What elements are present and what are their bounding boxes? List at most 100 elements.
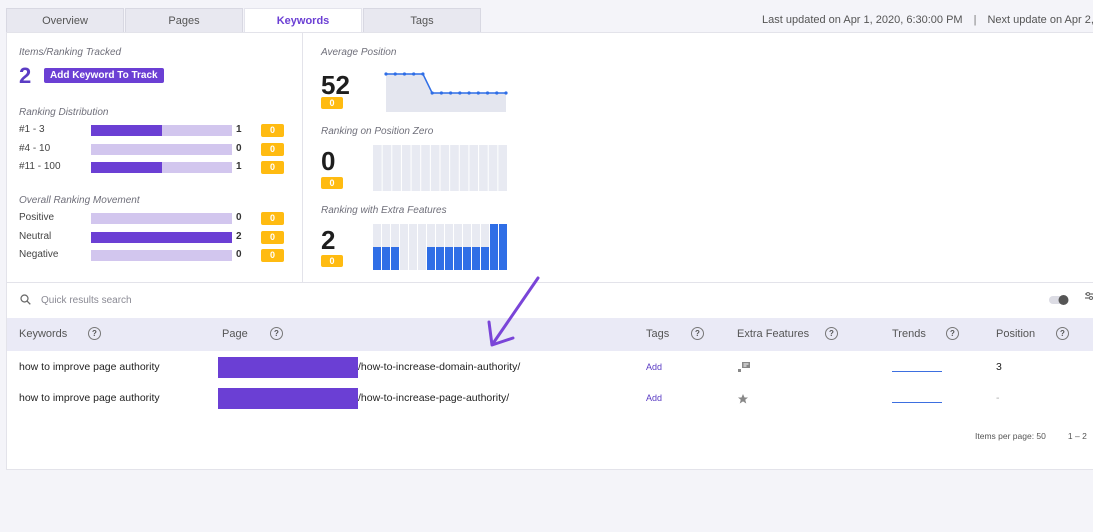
keywords-panel: Items/Ranking Tracked 2 Add Keyword To T… xyxy=(6,32,1093,470)
avg-position-point xyxy=(504,91,508,95)
avg-position-point xyxy=(485,91,490,95)
trends-help-icon[interactable]: ? xyxy=(946,327,959,340)
keywords-help-icon[interactable]: ? xyxy=(88,327,101,340)
avg-position-point xyxy=(467,91,471,95)
extra-features-bar xyxy=(490,224,498,270)
extra-features-bar xyxy=(382,247,390,270)
position-zero-label: Ranking on Position Zero xyxy=(321,126,434,137)
avg-position-point xyxy=(384,72,388,76)
movement-change-badge: 0 xyxy=(261,249,284,262)
distribution-row-label: #11 - 100 xyxy=(19,161,61,172)
tab-overview[interactable]: Overview xyxy=(6,8,124,32)
header-page[interactable]: Page xyxy=(222,328,248,340)
tags-help-icon[interactable]: ? xyxy=(691,327,704,340)
position-zero-bar-slot xyxy=(488,145,498,191)
distribution-change-badge: 0 xyxy=(261,124,284,137)
tab-keywords[interactable]: Keywords xyxy=(244,8,362,32)
items-per-page-select[interactable]: Items per page: 50 xyxy=(975,431,1046,441)
position-cell: - xyxy=(996,392,1000,404)
page-help-icon[interactable]: ? xyxy=(270,327,283,340)
table-row[interactable]: how to improve page authority /how-to-in… xyxy=(7,383,1093,414)
page-domain-redacted xyxy=(218,357,358,378)
position-cell: 3 xyxy=(996,361,1002,373)
position-zero-bar-slot xyxy=(411,145,421,191)
quick-search-input[interactable] xyxy=(41,292,341,308)
add-keyword-button[interactable]: Add Keyword To Track xyxy=(44,68,164,83)
extra-features-bar xyxy=(427,247,435,270)
extra-features-bar-slot xyxy=(409,224,417,270)
movement-row-label: Neutral xyxy=(19,230,52,242)
movement-change-badge: 0 xyxy=(261,230,284,244)
position-zero-bar-slot xyxy=(430,145,440,191)
avg-position-point xyxy=(412,72,416,76)
star-icon xyxy=(738,394,748,404)
page-url-path[interactable]: /how-to-increase-domain-authority/ xyxy=(358,361,520,373)
extra-features-bar xyxy=(481,247,489,270)
position-zero-value: 0 xyxy=(321,146,336,176)
position-zero-bar-slot xyxy=(440,145,450,191)
distribution-bar-fill xyxy=(91,125,162,136)
filter-icon[interactable] xyxy=(1085,292,1093,304)
extra-features-help-icon[interactable]: ? xyxy=(825,327,838,340)
header-position[interactable]: Position xyxy=(996,328,1035,340)
movement-bar xyxy=(91,231,232,243)
page-url-path[interactable]: /how-to-increase-page-authority/ xyxy=(358,392,509,404)
avg-position-point xyxy=(393,72,397,76)
extra-features-bar-slot xyxy=(400,224,408,270)
extra-features-bar xyxy=(391,247,399,270)
position-zero-bar-slot xyxy=(479,145,488,191)
position-help-icon[interactable]: ? xyxy=(1056,327,1069,340)
movement-bar xyxy=(91,250,232,261)
add-tag-link[interactable]: Add xyxy=(646,362,662,372)
featured-snippet-icon xyxy=(738,362,750,372)
movement-label: Overall Ranking Movement xyxy=(19,195,140,206)
extra-features-bar xyxy=(463,247,471,270)
header-keywords[interactable]: Keywords xyxy=(19,328,67,340)
avg-position-point xyxy=(476,91,480,95)
tab-pages[interactable]: Pages xyxy=(125,8,243,32)
avg-position-point xyxy=(458,91,462,95)
distribution-row-label: #1 - 3 xyxy=(19,124,45,135)
distribution-bar xyxy=(91,125,232,136)
extra-features-bars xyxy=(373,224,507,270)
extra-features-bar xyxy=(454,247,462,270)
movement-bar-fill xyxy=(91,231,232,243)
movement-count: 0 xyxy=(236,249,242,260)
keyword-cell: how to improve page authority xyxy=(19,392,160,404)
position-zero-bar-slot xyxy=(373,145,382,191)
page-domain-redacted xyxy=(218,388,358,409)
header-tags[interactable]: Tags xyxy=(646,328,669,340)
update-info: Last updated on Apr 1, 2020, 6:30:00 PM |… xyxy=(762,14,1093,26)
table-row[interactable]: how to improve page authority /how-to-in… xyxy=(7,352,1093,383)
extra-features-bar xyxy=(436,247,444,270)
header-extra-features[interactable]: Extra Features xyxy=(737,328,809,340)
avg-position-point xyxy=(449,91,453,95)
extra-features-value: 2 xyxy=(321,225,336,255)
distribution-label: Ranking Distribution xyxy=(19,107,109,118)
avg-position-sparkline xyxy=(384,72,508,112)
header-trends[interactable]: Trends xyxy=(892,328,926,340)
view-toggle[interactable] xyxy=(1048,294,1070,306)
distribution-count: 0 xyxy=(236,142,242,154)
trend-sparkline xyxy=(892,371,942,372)
extra-features-bar xyxy=(445,247,453,270)
keyword-cell: how to improve page authority xyxy=(19,361,160,373)
tab-tags[interactable]: Tags xyxy=(363,8,481,32)
avg-position-point xyxy=(439,91,443,95)
movement-count: 0 xyxy=(236,212,242,223)
avg-position-point xyxy=(421,72,425,76)
movement-bar xyxy=(91,213,232,224)
movement-row-label: Negative xyxy=(19,249,59,260)
avg-position-point xyxy=(402,72,407,76)
avg-position-point xyxy=(495,91,499,95)
position-zero-bar-slot xyxy=(392,145,401,191)
movement-change-badge: 0 xyxy=(261,212,284,225)
add-tag-link[interactable]: Add xyxy=(646,393,662,403)
distribution-bar-fill xyxy=(91,162,162,173)
distribution-count: 1 xyxy=(236,161,242,172)
items-tracked-label: Items/Ranking Tracked xyxy=(19,47,122,58)
extra-features-bar xyxy=(472,247,480,270)
summary-column: Items/Ranking Tracked 2 Add Keyword To T… xyxy=(7,33,303,282)
distribution-change-badge: 0 xyxy=(261,161,284,174)
avg-position-point xyxy=(430,91,434,95)
